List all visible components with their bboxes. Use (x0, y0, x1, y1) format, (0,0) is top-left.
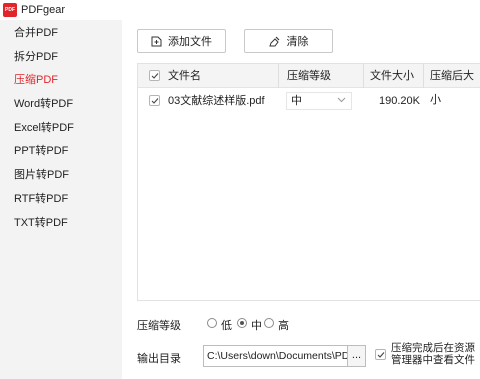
checkmark-icon (377, 352, 385, 358)
column-header-size[interactable]: 文件大小 (370, 64, 414, 88)
file-size-cell: 190.20K (379, 95, 420, 107)
sidebar-item-rtf-to-pdf[interactable]: RTF转PDF (0, 188, 122, 210)
level-medium-label[interactable]: 中 (251, 317, 262, 333)
column-header-level[interactable]: 压缩等级 (287, 64, 331, 88)
app-title: PDFgear (21, 4, 66, 16)
sidebar-item-merge-pdf[interactable]: 合并PDF (0, 22, 122, 44)
level-low-radio[interactable] (207, 318, 217, 328)
sidebar-item-image-to-pdf[interactable]: 图片转PDF (0, 164, 122, 186)
pdfgear-logo-icon: PDF (3, 3, 17, 17)
sidebar-item-excel-to-pdf[interactable]: Excel转PDF (0, 117, 122, 139)
output-directory-label: 输出目录 (137, 353, 181, 365)
select-all-checkbox[interactable] (149, 70, 160, 81)
open-after-checkbox[interactable] (375, 349, 386, 360)
pdfgear-window: PDF PDFgear 合并PDF 拆分PDF 压缩PDF Word转PDF E… (0, 0, 480, 379)
sidebar: 合并PDF 拆分PDF 压缩PDF Word转PDF Excel转PDF PPT… (0, 20, 122, 379)
row-checkbox[interactable] (149, 95, 160, 106)
column-header-compressed-size[interactable]: 压缩后大小 (430, 64, 480, 106)
title-bar: PDF PDFgear (0, 0, 480, 20)
logo-text: PDF (5, 6, 15, 13)
open-after-label[interactable]: 压缩完成后在资源管理器中查看文件 (391, 342, 480, 366)
clear-label: 清除 (286, 36, 309, 48)
browse-button[interactable]: ... (348, 345, 366, 367)
column-header-filename[interactable]: 文件名 (168, 64, 201, 88)
column-divider[interactable] (423, 64, 424, 88)
sidebar-item-txt-to-pdf[interactable]: TXT转PDF (0, 212, 122, 234)
level-high-label[interactable]: 高 (278, 317, 289, 333)
add-file-icon (151, 36, 162, 46)
file-name-cell: 03文献综述样版.pdf (168, 95, 265, 107)
level-medium-radio[interactable] (237, 318, 247, 328)
file-table: 文件名 压缩等级 文件大小 压缩后大小 03文献综述样版.pdf 中 190.2… (137, 63, 480, 301)
main-panel: 添加文件 清除 文件名 压缩等级 文件大小 压缩后大小 03文献综述样版.pdf… (122, 20, 480, 379)
column-divider[interactable] (363, 64, 364, 88)
table-row[interactable]: 03文献综述样版.pdf 中 190.20K (138, 88, 480, 114)
add-file-button[interactable]: 添加文件 (137, 29, 226, 53)
level-high-radio[interactable] (264, 318, 274, 328)
checkmark-icon (151, 73, 159, 79)
broom-icon (268, 36, 279, 46)
sidebar-item-word-to-pdf[interactable]: Word转PDF (0, 93, 122, 115)
add-file-label: 添加文件 (168, 36, 212, 48)
clear-button[interactable]: 清除 (244, 29, 333, 53)
sidebar-item-ppt-to-pdf[interactable]: PPT转PDF (0, 140, 122, 162)
column-divider[interactable] (278, 64, 279, 88)
chevron-down-icon (337, 97, 346, 103)
sidebar-item-compress-pdf[interactable]: 压缩PDF (0, 69, 122, 91)
compression-level-select[interactable]: 中 (286, 92, 352, 110)
table-header: 文件名 压缩等级 文件大小 压缩后大小 (138, 64, 480, 106)
output-path-input[interactable]: C:\Users\down\Documents\PDFg (203, 345, 348, 367)
compression-level-label: 压缩等级 (137, 320, 181, 332)
compression-level-value: 中 (291, 95, 302, 107)
checkmark-icon (151, 98, 159, 104)
level-low-label[interactable]: 低 (221, 317, 232, 333)
sidebar-item-split-pdf[interactable]: 拆分PDF (0, 46, 122, 68)
